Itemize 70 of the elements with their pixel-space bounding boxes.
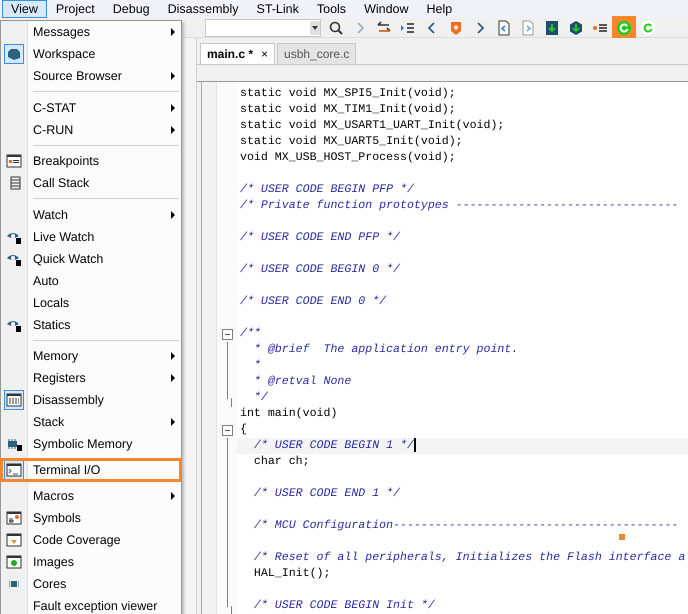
menu-item[interactable]: Registers (1, 367, 181, 389)
menu-item[interactable]: Quick Watch (1, 248, 181, 270)
code-line: /* USER CODE END 1 */ (252, 486, 400, 502)
code-line: static void MX_TIM1_Init(void); (239, 102, 456, 118)
file-tab[interactable]: main.c * × (200, 43, 276, 64)
code-line: int main(void) (239, 406, 338, 422)
code-line: /** (239, 326, 261, 342)
code-line: /* MCU Configuration----------------------------------------- (252, 518, 678, 534)
menu-bar-item[interactable]: Disassembly (158, 0, 248, 18)
menu-item[interactable]: C-STAT (1, 96, 181, 118)
menu-item[interactable]: Macros (1, 485, 181, 507)
code-line: /* USER CODE BEGIN PFP */ (239, 182, 414, 198)
code-line: /* USER CODE BEGIN 0 */ (239, 262, 400, 278)
menu-item[interactable]: Terminal I/O (1, 459, 181, 481)
menu-item[interactable]: Code Coverage (1, 529, 181, 551)
menu-item[interactable]: Source Browser (1, 65, 181, 87)
code-line: * (252, 358, 261, 374)
menu-item[interactable]: Disassembly (1, 389, 181, 411)
menu-bar-item[interactable]: Tools (308, 0, 356, 18)
menu-item[interactable]: Stack (1, 411, 181, 433)
code-line: void MX_USB_HOST_Process(void); (239, 150, 456, 166)
menu-item[interactable]: Messages (1, 21, 181, 43)
menu-bar-item[interactable]: View (2, 0, 47, 18)
menu-item[interactable]: Cores (1, 573, 181, 595)
window-icon (6, 532, 22, 548)
menu-bar-item[interactable]: Help (418, 0, 462, 18)
code-line: */ (252, 390, 268, 406)
code-line: char ch; (252, 454, 310, 470)
close-tab-button[interactable]: × (261, 47, 268, 61)
menu-item[interactable]: Call Stack (1, 172, 181, 194)
code-line: static void MX_SPI5_Init(void); (239, 86, 456, 102)
menu-bar-item[interactable]: Debug (104, 0, 159, 18)
fold-toggle-icon[interactable] (222, 329, 232, 340)
text-caret (414, 438, 416, 452)
code-line: /* USER CODE END PFP */ (239, 230, 400, 246)
code-line: static void MX_USART1_UART_Init(void); (239, 118, 504, 134)
file-tab[interactable]: usbh_core.c (277, 43, 356, 64)
window-icon (6, 510, 22, 526)
menu-item[interactable]: Workspace (1, 43, 181, 65)
menu-bar-item[interactable]: Project (46, 0, 104, 18)
code-line: /* Reset of all peripherals, Initializes the Flash interface a (252, 550, 686, 566)
code-line: /* Private function prototypes -------------------------------- (239, 198, 678, 214)
menu-bar-item[interactable]: ST-Link (247, 0, 308, 18)
bookmark-marker (619, 534, 625, 540)
menu-item[interactable]: Symbolic Memory (1, 433, 181, 455)
code-line: static void MX_UART5_Init(void); (239, 134, 463, 150)
menu-item[interactable]: Breakpoints (1, 150, 181, 172)
menu-item[interactable]: Images (1, 551, 181, 573)
chip-icon (6, 436, 22, 452)
window-icon (6, 554, 22, 570)
menu-item[interactable]: Watch (1, 204, 181, 226)
window-icon (6, 153, 22, 169)
menu-item[interactable]: Fault exception viewer (1, 595, 181, 614)
menu-item[interactable]: Auto (1, 270, 181, 292)
menu-item[interactable]: Locals (1, 292, 181, 314)
code-line: HAL_Init(); (252, 566, 330, 582)
menu-item[interactable]: Memory (1, 345, 181, 367)
menu-item[interactable]: Live Watch (1, 226, 181, 248)
menu-bar-item[interactable]: Window (355, 0, 418, 18)
menu-item[interactable]: C-RUN (1, 118, 181, 140)
dropdown-arrow-icon[interactable] (312, 26, 318, 30)
code-line: * @retval None (252, 374, 352, 390)
code-editor[interactable] (201, 82, 688, 614)
code-line: { (239, 422, 247, 438)
code-line: /* USER CODE BEGIN Init */ (252, 598, 435, 614)
code-line: /* USER CODE END 0 */ (239, 294, 386, 310)
menu-item[interactable]: Symbols (1, 507, 181, 529)
fold-toggle-icon[interactable] (222, 425, 232, 436)
menu-item[interactable]: Statics (1, 314, 181, 336)
code-line: * @brief The application entry point. (252, 342, 518, 358)
